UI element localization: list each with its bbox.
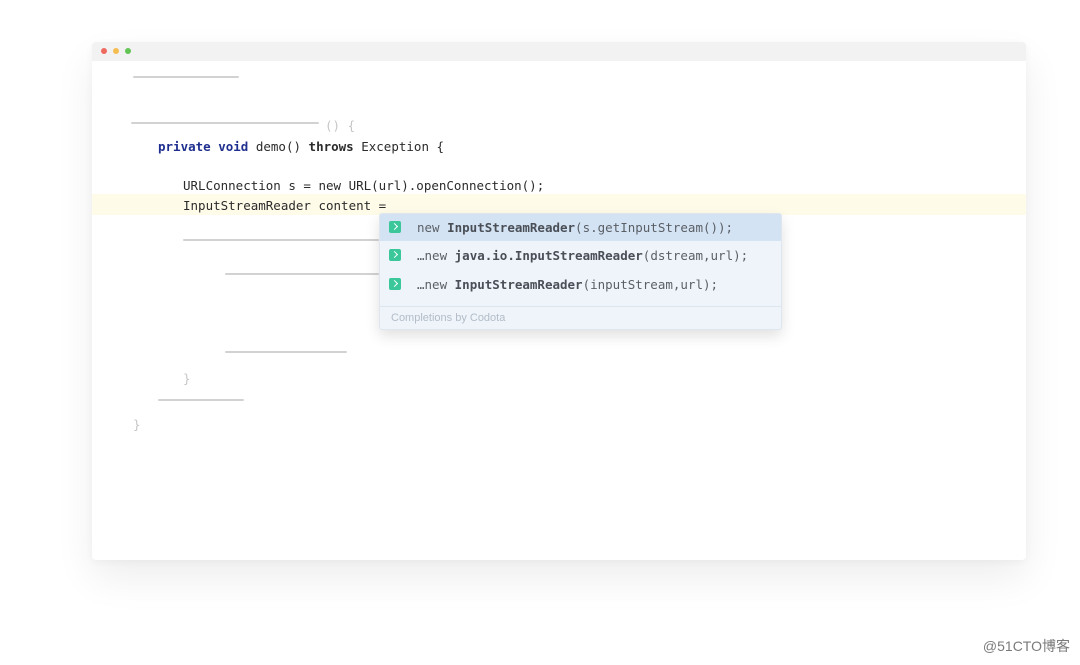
popup-divider (380, 306, 781, 307)
placeholder-line (131, 122, 319, 124)
suggestion-args: (s.getInputStream()); (575, 220, 734, 235)
suggestion-args: (dstream,url); (642, 248, 749, 263)
code-line-signature[interactable]: private void demo() throws Exception { (158, 139, 444, 155)
codota-icon (389, 278, 401, 290)
suggestion-item[interactable]: new InputStreamReader(s.getInputStream()… (380, 214, 781, 241)
code-line-reader[interactable]: InputStreamReader content = (183, 198, 386, 214)
suggestion-class: InputStreamReader (454, 277, 583, 292)
placeholder-line (225, 273, 379, 275)
codota-icon (389, 221, 401, 233)
suggestion-class: java.io.InputStreamReader (454, 248, 643, 263)
code-line-connection[interactable]: URLConnection s = new URL(url).openConne… (183, 178, 544, 194)
suggestion-args: (inputStream,url); (582, 277, 719, 292)
popup-footer: Completions by Codota (391, 312, 506, 324)
closing-brace-outer: } (133, 417, 141, 432)
minimize-dot-icon[interactable] (113, 48, 119, 54)
keyword-void: void (218, 139, 249, 154)
suggestion-class: InputStreamReader (447, 220, 576, 235)
keyword-private: private (158, 139, 211, 154)
maximize-dot-icon[interactable] (125, 48, 131, 54)
placeholder-line (133, 76, 239, 78)
placeholder-line (225, 351, 347, 353)
placeholder-line (158, 399, 244, 401)
watermark: @51CTO博客 (982, 638, 1070, 654)
codota-icon (389, 249, 401, 261)
placeholder-line (183, 239, 379, 241)
autocomplete-popup: new InputStreamReader(s.getInputStream()… (379, 213, 782, 330)
signature-rest: Exception { (361, 139, 445, 154)
title-bar (92, 42, 1026, 61)
code-line-method-tail: () { (325, 118, 356, 133)
suggestion-prefix: new (417, 220, 448, 235)
suggestion-item[interactable]: …new InputStreamReader(inputStream,url); (380, 271, 781, 298)
suggestion-prefix: …new (417, 248, 455, 263)
suggestion-prefix: …new (417, 277, 455, 292)
method-name: demo() (255, 139, 302, 154)
closing-brace-inner: } (183, 371, 191, 386)
suggestion-item[interactable]: …new java.io.InputStreamReader(dstream,u… (380, 242, 781, 269)
keyword-throws: throws (308, 139, 354, 154)
close-dot-icon[interactable] (101, 48, 107, 54)
